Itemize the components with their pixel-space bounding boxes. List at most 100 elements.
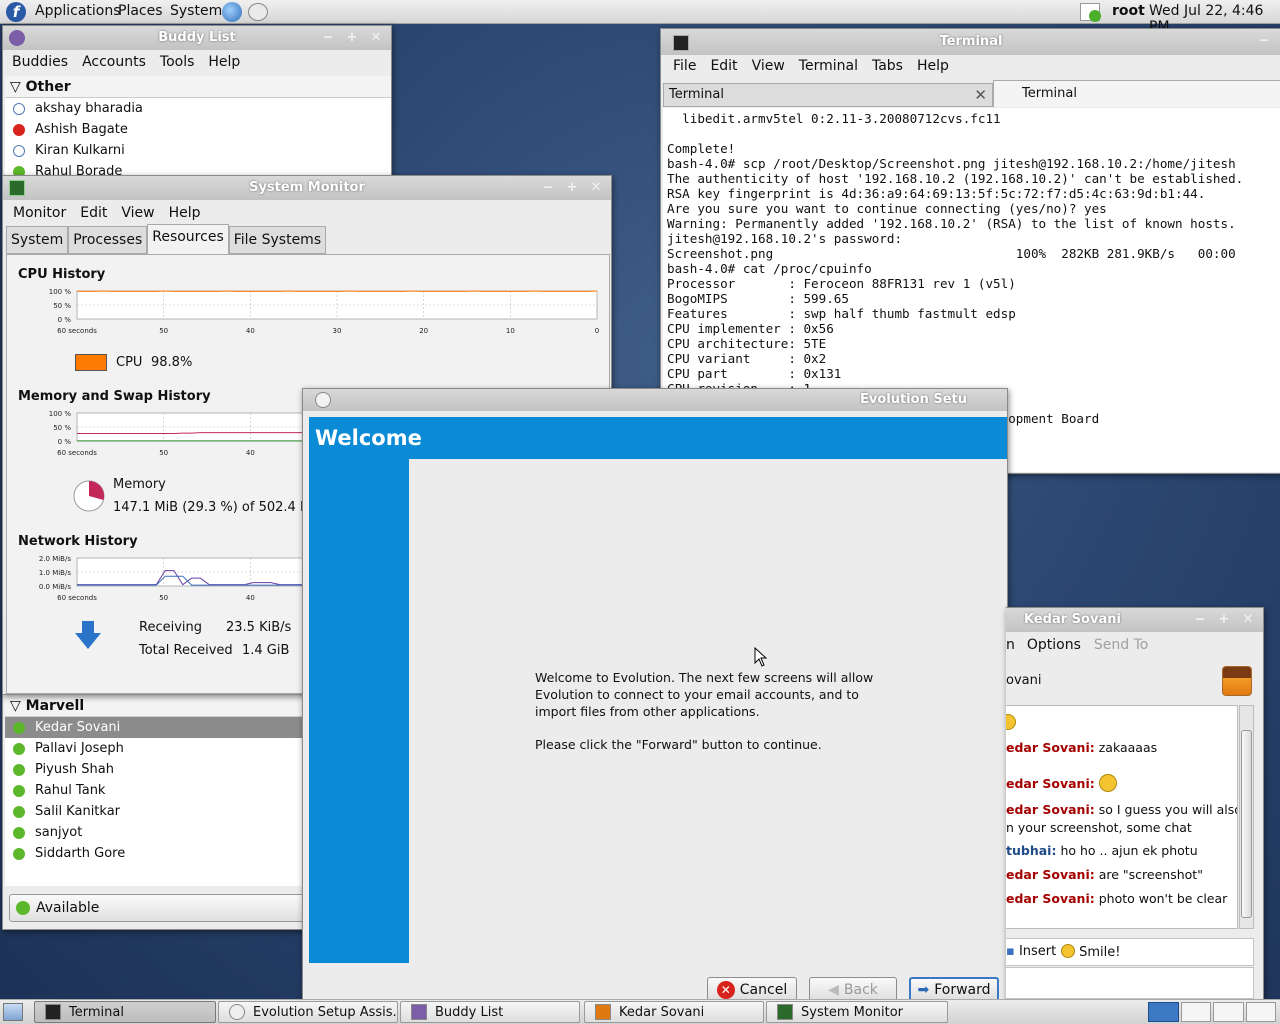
mail-launcher-icon[interactable] xyxy=(248,3,268,21)
buddy-row[interactable]: Kiran Kulkarni xyxy=(5,140,391,161)
places-menu[interactable]: Places xyxy=(118,3,163,19)
close-button[interactable]: ✕ xyxy=(587,179,605,196)
taskbar-button[interactable]: Kedar Sovani xyxy=(584,1001,764,1023)
buddy-row[interactable]: Piyush Shah xyxy=(5,759,305,780)
chat-message: edar Sovani: photo won't be clear xyxy=(1006,891,1227,906)
system-monitor-titlebar[interactable]: System Monitor ‒ + ✕ xyxy=(3,176,611,200)
group-header-marvell[interactable]: ▽ Marvell xyxy=(5,695,305,717)
buddy-row[interactable]: sanjyot xyxy=(5,822,305,843)
maximize-button[interactable]: + xyxy=(1215,611,1233,628)
system-menu[interactable]: System xyxy=(170,3,222,19)
taskbar-button[interactable]: Evolution Setup Assis... xyxy=(218,1001,398,1023)
buddy-row[interactable]: Pallavi Joseph xyxy=(5,738,305,759)
smile-button[interactable]: Smile! xyxy=(1061,944,1121,960)
username-label[interactable]: root xyxy=(1112,3,1145,19)
maximize-button[interactable]: + xyxy=(563,179,581,196)
buddy-row[interactable]: akshay bharadia xyxy=(5,98,391,119)
buddy-name: Pallavi Joseph xyxy=(35,741,124,756)
evolution-titlebar[interactable]: Evolution Setu xyxy=(303,389,1007,411)
monitor-icon xyxy=(777,1004,793,1020)
workspace-2[interactable] xyxy=(1180,1002,1211,1022)
cancel-icon: ✕ xyxy=(716,981,735,999)
taskbar-button[interactable]: System Monitor xyxy=(766,1001,948,1023)
tab-file-systems[interactable]: File Systems xyxy=(228,226,327,254)
terminal-tab-2[interactable]: Terminal xyxy=(993,80,1280,107)
scroll-thumb[interactable] xyxy=(1241,730,1252,918)
chat-titlebar[interactable]: Kedar Sovani ‒ + ✕ xyxy=(1006,608,1263,632)
taskbar-button[interactable]: Buddy List xyxy=(400,1001,580,1023)
buddy-row[interactable]: Kedar Sovani xyxy=(5,717,305,738)
terminal-titlebar[interactable]: Terminal ‒ xyxy=(661,29,1280,55)
chat-scrollbar[interactable] xyxy=(1239,705,1254,929)
menu-conversation[interactable]: n xyxy=(1006,637,1021,653)
menu-monitor[interactable]: Monitor xyxy=(6,205,73,221)
menu-accounts[interactable]: Accounts xyxy=(75,54,153,70)
smiley-icon xyxy=(1006,714,1016,730)
y-tick-label: 1.0 MiB/s xyxy=(39,569,72,577)
tab-processes[interactable]: Processes xyxy=(68,226,148,254)
workspace-1[interactable] xyxy=(1148,1002,1179,1022)
menu-edit[interactable]: Edit xyxy=(73,205,114,221)
buddy-row[interactable]: Rahul Tank xyxy=(5,780,305,801)
buddy-name: Ashish Bagate xyxy=(35,122,128,137)
minimize-button[interactable]: ‒ xyxy=(539,179,557,196)
tab-label: Terminal xyxy=(669,87,724,102)
tab-system[interactable]: System xyxy=(6,226,69,254)
menu-send-to[interactable]: Send To xyxy=(1087,637,1155,653)
menu-help[interactable]: Help xyxy=(201,54,247,70)
menu-help[interactable]: Help xyxy=(162,205,208,221)
terminal-tab-1[interactable]: Terminal ✕ xyxy=(663,83,993,107)
menu-edit[interactable]: Edit xyxy=(703,58,744,74)
menu-terminal[interactable]: Terminal xyxy=(792,58,865,74)
chat-history[interactable]: edar Sovani: zakaaaas edar Sovani: edar S… xyxy=(1006,705,1238,929)
buddy-row[interactable]: Siddarth Gore xyxy=(5,843,305,864)
status-selector[interactable]: Available xyxy=(9,894,309,922)
menu-help[interactable]: Help xyxy=(910,58,956,74)
browser-launcher-icon[interactable] xyxy=(222,2,242,22)
menu-options[interactable]: Options xyxy=(1021,637,1087,653)
close-button[interactable]: ✕ xyxy=(367,29,385,46)
menu-buddies[interactable]: Buddies xyxy=(5,54,75,70)
applications-menu[interactable]: Applications xyxy=(35,3,121,19)
menu-tabs[interactable]: Tabs xyxy=(865,58,910,74)
menu-view[interactable]: View xyxy=(114,205,161,221)
workspace-3[interactable] xyxy=(1213,1002,1244,1022)
buddy-name: Kedar Sovani xyxy=(35,720,121,735)
minimize-button[interactable]: ‒ xyxy=(1191,611,1209,628)
cpu-label: CPU xyxy=(116,355,143,370)
close-button[interactable]: ✕ xyxy=(1239,611,1257,628)
cpu-color-swatch[interactable] xyxy=(75,354,107,371)
taskbar-button[interactable]: Terminal xyxy=(34,1001,216,1023)
y-tick-label: 100 % xyxy=(49,410,72,418)
menu-view[interactable]: View xyxy=(745,58,792,74)
group-header-other[interactable]: ▽ Other xyxy=(5,76,391,98)
status-label: Available xyxy=(36,900,100,916)
workspace-4[interactable] xyxy=(1245,1002,1276,1022)
buddy-row[interactable]: Salil Kanitkar xyxy=(5,801,305,822)
memory-value: 147.1 MiB (29.3 %) of 502.4 MiB xyxy=(113,500,324,515)
menu-tools[interactable]: Tools xyxy=(153,54,202,70)
minimize-button[interactable]: ‒ xyxy=(1255,32,1273,49)
cpu-history-title: CPU History xyxy=(18,267,106,282)
chat-window: Kedar Sovani ‒ + ✕ n Options Send To ovani… xyxy=(1006,607,1264,1000)
show-desktop-button[interactable] xyxy=(3,1003,23,1021)
workspace-switcher[interactable] xyxy=(1148,1002,1276,1022)
total-received-label: Total Received xyxy=(139,643,233,658)
buddy-icon[interactable] xyxy=(1222,666,1252,696)
fedora-logo-icon[interactable]: f xyxy=(6,2,26,22)
evolution-icon xyxy=(229,1004,245,1020)
minimize-button[interactable]: ‒ xyxy=(319,29,337,46)
contact-name: ovani xyxy=(1006,673,1042,688)
tab-resources[interactable]: Resources xyxy=(147,224,229,254)
buddy-list-titlebar[interactable]: Buddy List ‒ + ✕ xyxy=(3,26,391,50)
terminal-line: CPU implementer : 0x56 xyxy=(667,321,834,336)
insert-button[interactable]: ▪ Insert xyxy=(1006,944,1056,959)
close-tab-icon[interactable]: ✕ xyxy=(974,84,987,106)
network-status-icon[interactable] xyxy=(1080,3,1101,22)
buddy-row[interactable]: Ashish Bagate xyxy=(5,119,391,140)
message-input[interactable] xyxy=(1006,967,1254,999)
menu-file[interactable]: File xyxy=(666,58,703,74)
maximize-button[interactable]: + xyxy=(343,29,361,46)
busy-status-icon xyxy=(13,124,25,136)
